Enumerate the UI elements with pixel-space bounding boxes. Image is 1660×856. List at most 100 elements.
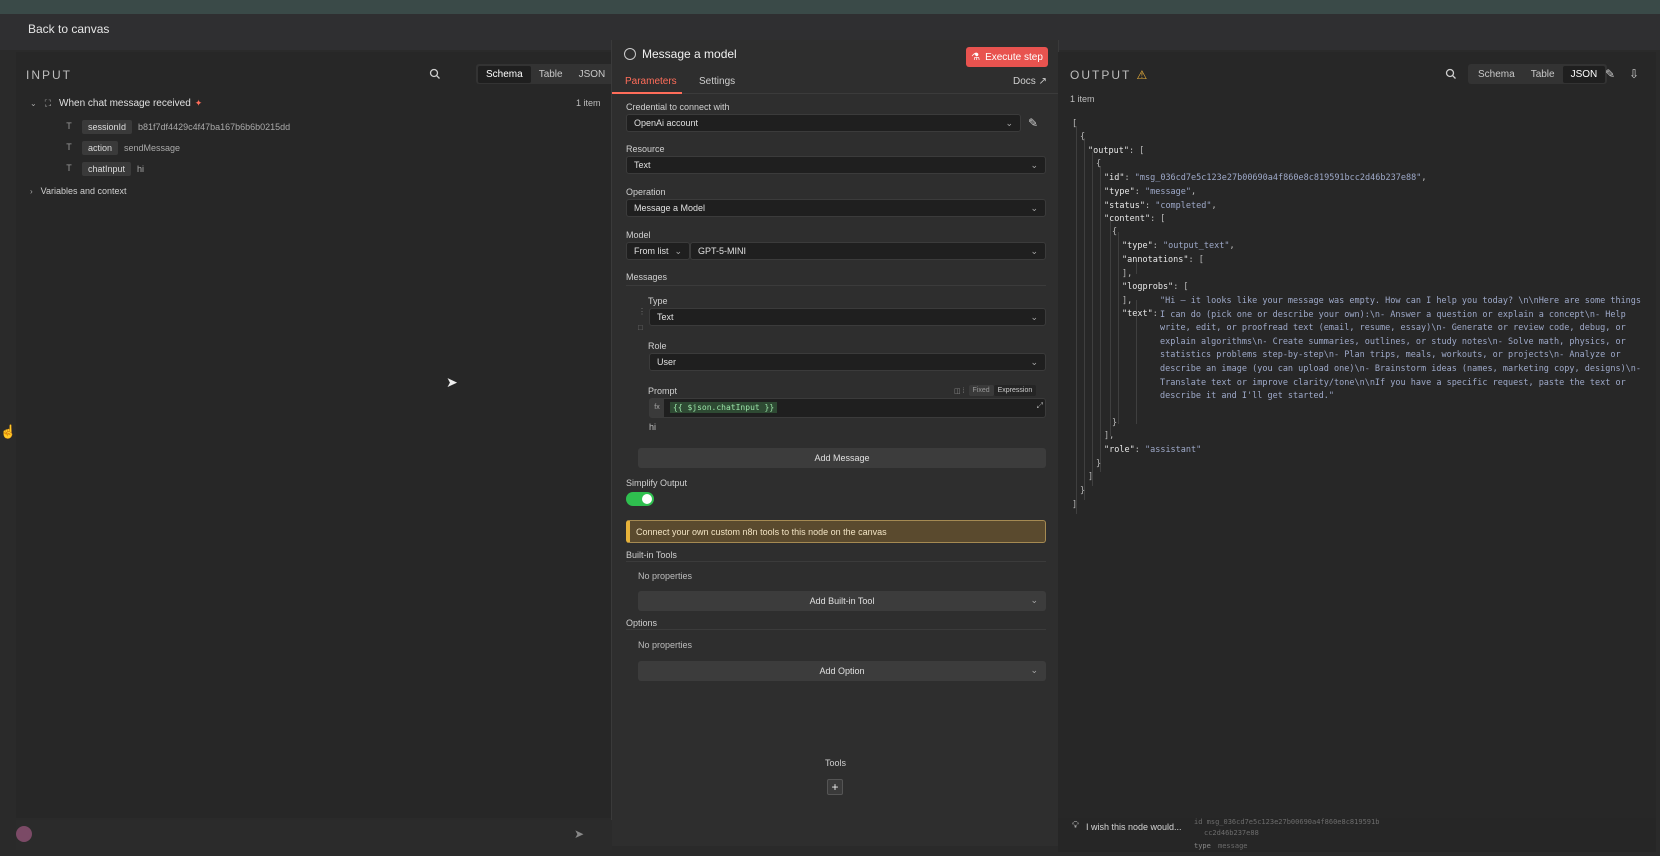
add-message-label: Add Message xyxy=(814,453,870,463)
trigger-label: When chat message received xyxy=(59,98,191,109)
model-mode-select[interactable]: From list ⌄ xyxy=(626,242,690,260)
toggle-knob xyxy=(642,494,652,504)
json-line: "content": [ xyxy=(1104,213,1165,227)
input-item-count: 1 item xyxy=(576,98,601,108)
add-tool-plus-button[interactable]: + xyxy=(827,779,843,795)
execute-step-button[interactable]: ⚗ Execute step xyxy=(966,47,1048,67)
indent-guide xyxy=(1118,232,1119,424)
json-line: "role": "assistant" xyxy=(1104,445,1202,455)
model-select[interactable]: GPT-5-MINI ⌄ xyxy=(690,242,1046,260)
operation-select[interactable]: Message a Model ⌄ xyxy=(626,199,1046,217)
simplify-output-toggle[interactable] xyxy=(626,492,654,506)
flask-icon: ⚗ xyxy=(971,51,981,63)
pin-icon[interactable]: ⇩ xyxy=(1626,66,1642,82)
divider xyxy=(626,561,1046,562)
model-mode-value: From list xyxy=(634,246,669,256)
field-row-sessionid[interactable]: T sessionId b81f7df4429c4f47ba167b6b6b02… xyxy=(62,120,290,134)
feedback-link[interactable]: I wish this node would... xyxy=(1086,822,1182,832)
tab-schema[interactable]: Schema xyxy=(478,65,531,83)
json-value: "completed" xyxy=(1155,201,1212,211)
model-label: Model xyxy=(626,230,651,240)
json-line: } xyxy=(1112,418,1118,428)
field-value: hi xyxy=(137,164,145,174)
lightbulb-icon: 💡︎ xyxy=(1072,820,1079,831)
role-label: Role xyxy=(648,341,667,351)
tab-table[interactable]: Table xyxy=(531,66,571,83)
resource-label: Resource xyxy=(626,144,665,154)
field-key[interactable]: sessionId xyxy=(82,120,133,134)
trigger-row[interactable]: ⌄ ⛶ When chat message received ✦ xyxy=(30,98,202,109)
tools-notice-text: Connect your own custom n8n tools to thi… xyxy=(636,526,887,537)
field-row-chatinput[interactable]: T chatInput hi xyxy=(62,162,144,176)
send-icon[interactable]: ➤ xyxy=(574,827,584,841)
add-builtin-tool-button[interactable]: Add Built-in Tool ⌄ xyxy=(638,591,1046,611)
add-message-button[interactable]: Add Message xyxy=(638,448,1046,468)
credential-select[interactable]: OpenAi account ⌄ xyxy=(626,114,1021,132)
chevron-down-icon: ⌄ xyxy=(1005,118,1013,128)
json-line: "text": xyxy=(1122,309,1158,319)
drag-handle-icon[interactable]: ⋮ □ xyxy=(638,308,646,332)
docs-label: Docs xyxy=(1013,76,1036,87)
tab-settings[interactable]: Settings xyxy=(699,76,735,87)
tools-footer-label: Tools xyxy=(825,758,847,768)
peek-key: type xyxy=(1194,842,1211,850)
output-panel: OUTPUT ⚠ 1 item Schema Table JSON ✎ ⇩ xyxy=(1058,52,1656,818)
message-type-select[interactable]: Text ⌄ xyxy=(649,308,1046,326)
tab-json[interactable]: JSON xyxy=(1562,65,1606,83)
docs-link[interactable]: Docs ↗ xyxy=(1013,76,1047,87)
json-value: "assistant" xyxy=(1144,445,1202,455)
openai-logo-icon xyxy=(624,48,636,60)
json-key: "text" xyxy=(1122,309,1153,319)
resource-select[interactable]: Text ⌄ xyxy=(626,156,1046,174)
simplify-output-label: Simplify Output xyxy=(626,478,688,488)
json-line: "logprobs": [ xyxy=(1122,281,1189,295)
search-icon[interactable] xyxy=(1443,66,1459,82)
expand-icon[interactable]: ⤢ xyxy=(1037,401,1043,411)
tools-notice: Connect your own custom n8n tools to thi… xyxy=(626,520,1046,543)
json-value: "output_text" xyxy=(1162,241,1230,251)
json-line: "annotations": [ xyxy=(1122,254,1204,268)
chevron-down-icon[interactable]: ⌄ xyxy=(30,99,37,108)
chevron-down-icon: ⌄ xyxy=(1030,246,1038,256)
pencil-icon[interactable]: ✎ xyxy=(1602,66,1618,82)
field-row-action[interactable]: T action sendMessage xyxy=(62,141,180,155)
json-line: ] xyxy=(1088,472,1094,482)
field-key[interactable]: action xyxy=(82,141,119,155)
json-line: "type": "output_text", xyxy=(1122,241,1235,251)
field-key[interactable]: chatInput xyxy=(82,162,132,176)
tab-schema[interactable]: Schema xyxy=(1470,66,1523,83)
tab-json[interactable]: JSON xyxy=(571,66,614,83)
json-line: { xyxy=(1080,132,1086,142)
chevron-right-icon[interactable]: › xyxy=(30,187,33,196)
indent-guide xyxy=(1110,218,1111,436)
message-type-label: Type xyxy=(648,296,668,306)
add-option-button[interactable]: Add Option ⌄ xyxy=(638,661,1046,681)
messages-label: Messages xyxy=(626,272,668,282)
role-select[interactable]: User ⌄ xyxy=(649,353,1046,371)
back-to-canvas-link[interactable]: Back to canvas xyxy=(28,22,109,36)
json-line: "type": "message", xyxy=(1104,187,1197,197)
search-icon[interactable] xyxy=(427,66,443,82)
prompt-label: Prompt xyxy=(648,386,678,396)
builtin-tools-label: Built-in Tools xyxy=(626,550,677,560)
json-line: [ xyxy=(1072,119,1078,129)
tab-table[interactable]: Table xyxy=(1523,66,1563,83)
add-option-label: Add Option xyxy=(819,666,865,676)
prompt-mode-toggle: ◫ ⁞ Fixed Expression xyxy=(954,385,1037,396)
peek-line: cc2d46b237e88 xyxy=(1204,829,1259,837)
credential-value: OpenAi account xyxy=(634,118,699,128)
tab-parameters[interactable]: Parameters xyxy=(625,76,677,87)
pencil-icon[interactable]: ✎ xyxy=(1025,115,1041,131)
prompt-input[interactable]: fx {{ $json.chatInput }} ⤢ xyxy=(649,398,1046,418)
json-punct: : [ xyxy=(1128,146,1145,156)
peek-line: id msg_036cd7e5c123e27b00690a4f860e8c819… xyxy=(1194,818,1380,826)
mode-expression[interactable]: Expression xyxy=(993,385,1037,396)
warning-icon: ⚠ xyxy=(1136,68,1148,82)
indent-guide xyxy=(1100,166,1101,472)
mode-fixed[interactable]: Fixed xyxy=(968,385,994,396)
model-value: GPT-5-MINI xyxy=(698,246,747,256)
json-key: "role" xyxy=(1104,445,1135,455)
variables-row[interactable]: › Variables and context xyxy=(30,186,127,196)
peek-value: message xyxy=(1218,842,1248,850)
chat-input-bar[interactable]: ➤ xyxy=(16,820,612,850)
